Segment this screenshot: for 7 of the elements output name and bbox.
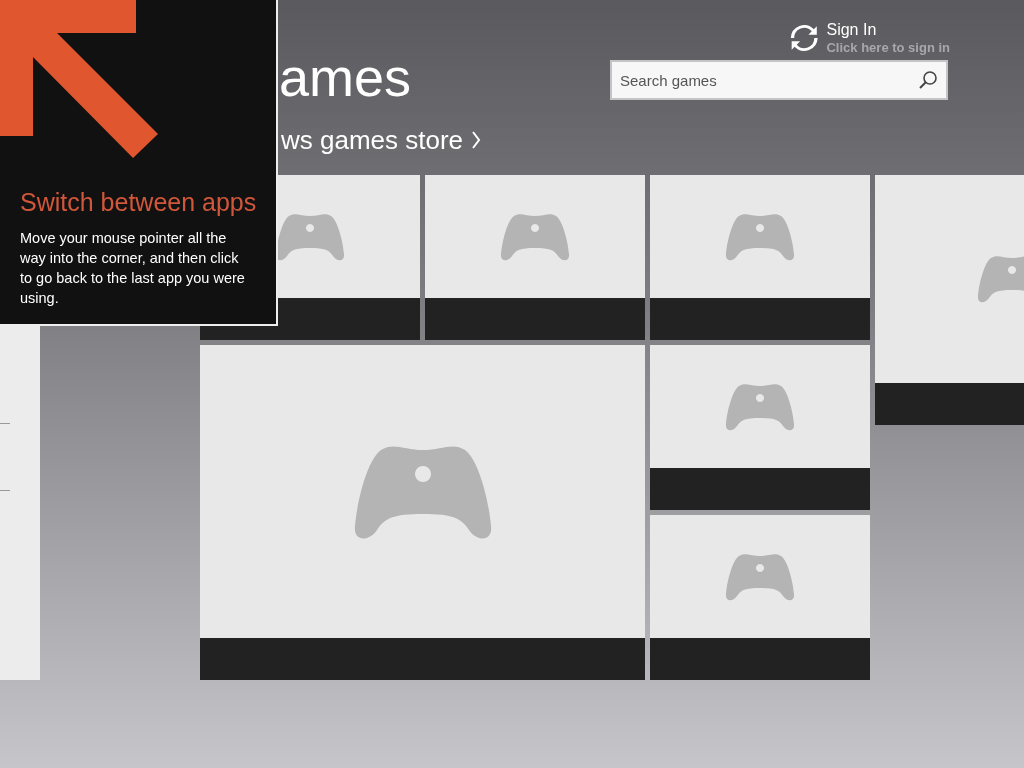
tip-text: Move your mouse pointer all the way into the corner, and then click to go back to the last app you were using. [20,229,245,308]
tip-title: Switch between apps [20,188,257,217]
store-link[interactable]: ws games store [281,124,464,156]
sign-in-hint: Click here to sign in [826,40,950,55]
search-field[interactable]: Search games [610,60,948,100]
sign-in-link[interactable]: Sign In [826,20,950,40]
page-title: ames [279,46,412,109]
